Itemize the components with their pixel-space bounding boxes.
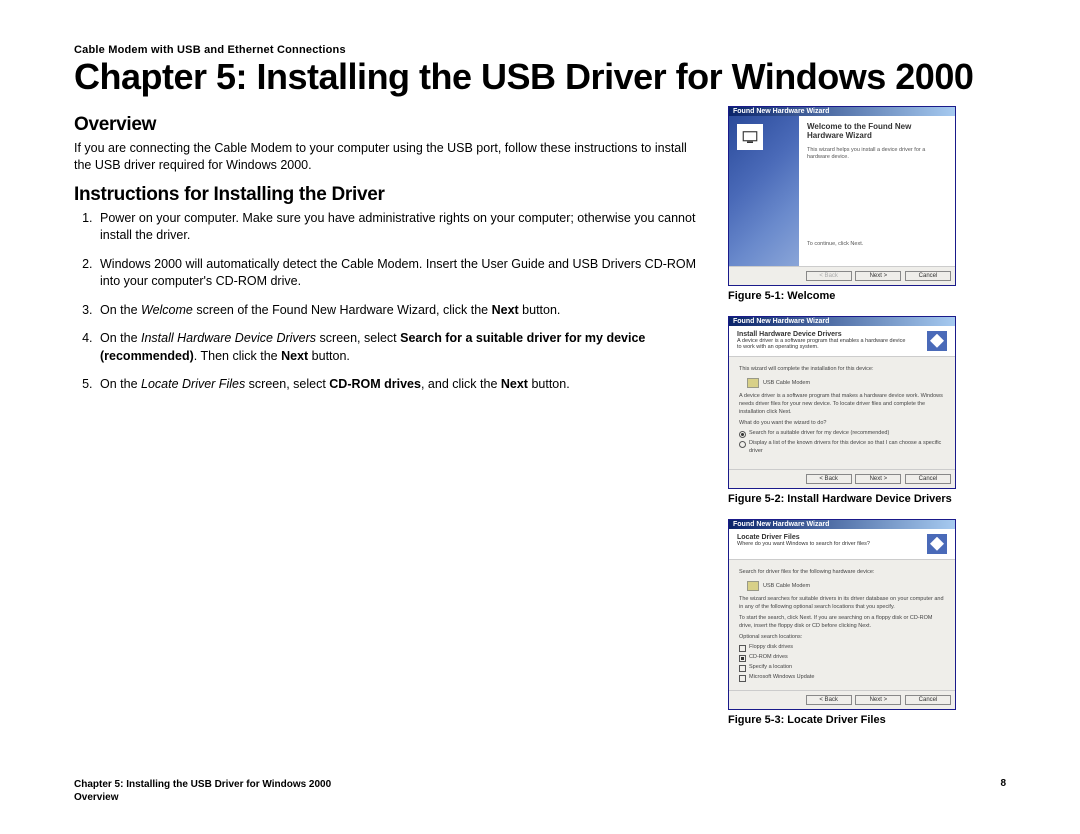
next-button[interactable]: Next >	[855, 695, 901, 705]
device-icon	[747, 581, 759, 591]
wizard-text: Search for driver files for the followin…	[739, 569, 945, 577]
hardware-icon	[737, 124, 763, 150]
list-item: On the Welcome screen of the Found New H…	[96, 302, 704, 320]
checkbox-cdrom[interactable]: CD-ROM drives	[739, 654, 945, 662]
wizard-step-subtitle: Where do you want Windows to search for …	[737, 541, 870, 547]
radio-icon	[739, 431, 746, 438]
back-button[interactable]: < Back	[806, 474, 852, 484]
wizard-text: A device driver is a software program th…	[739, 393, 945, 416]
wizard-step-title: Locate Driver Files	[737, 534, 870, 541]
footer-section: Overview	[74, 791, 331, 804]
wizard-text: This wizard will complete the installati…	[739, 366, 945, 374]
wizard-text: What do you want the wizard to do?	[739, 420, 945, 428]
wizard-titlebar: Found New Hardware Wizard	[729, 107, 955, 116]
list-item: Power on your computer. Make sure you ha…	[96, 210, 704, 245]
checkbox-icon	[739, 655, 746, 662]
device-name: USB Cable Modem	[763, 380, 810, 388]
wizard-step-subtitle: A device driver is a software program th…	[737, 338, 907, 350]
cancel-button[interactable]: Cancel	[905, 695, 951, 705]
wizard-text: To start the search, click Next. If you …	[739, 615, 945, 630]
figure-3-locate-files-wizard: Found New Hardware Wizard Locate Driver …	[728, 519, 956, 710]
checkbox-floppy[interactable]: Floppy disk drives	[739, 644, 945, 652]
radio-option-search[interactable]: Search for a suitable driver for my devi…	[739, 430, 945, 438]
figure-1-welcome-wizard: Found New Hardware Wizard Welcome to the…	[728, 106, 956, 286]
cancel-button[interactable]: Cancel	[905, 271, 951, 281]
instructions-heading: Instructions for Installing the Driver	[74, 184, 704, 206]
checkbox-windows-update[interactable]: Microsoft Windows Update	[739, 674, 945, 682]
back-button[interactable]: < Back	[806, 271, 852, 281]
device-name: USB Cable Modem	[763, 583, 810, 591]
main-text-column: Overview If you are connecting the Cable…	[74, 106, 704, 740]
instruction-list: Power on your computer. Make sure you ha…	[74, 210, 704, 394]
next-button[interactable]: Next >	[855, 474, 901, 484]
page-number: 8	[1000, 778, 1006, 804]
list-item: Windows 2000 will automatically detect t…	[96, 256, 704, 291]
page-footer: Chapter 5: Installing the USB Driver for…	[74, 778, 1006, 804]
checkbox-specify[interactable]: Specify a location	[739, 664, 945, 672]
overview-heading: Overview	[74, 114, 704, 136]
wizard-continue-text: To continue, click Next.	[807, 241, 947, 248]
overview-text: If you are connecting the Cable Modem to…	[74, 140, 704, 174]
wizard-titlebar: Found New Hardware Wizard	[729, 317, 955, 326]
document-page: Cable Modem with USB and Ethernet Connec…	[0, 0, 1080, 834]
wizard-heading: Welcome to the Found New Hardware Wizard	[807, 122, 947, 141]
figures-column: Found New Hardware Wizard Welcome to the…	[728, 106, 956, 740]
back-button[interactable]: < Back	[806, 695, 852, 705]
figure-1-caption: Figure 5-1: Welcome	[728, 290, 956, 302]
running-header: Cable Modem with USB and Ethernet Connec…	[74, 44, 1006, 56]
wizard-step-title: Install Hardware Device Drivers	[737, 331, 907, 338]
list-item: On the Locate Driver Files screen, selec…	[96, 376, 704, 394]
footer-chapter: Chapter 5: Installing the USB Driver for…	[74, 778, 331, 791]
checkbox-icon	[739, 645, 746, 652]
chapter-title: Chapter 5: Installing the USB Driver for…	[74, 58, 1006, 96]
two-column-layout: Overview If you are connecting the Cable…	[74, 106, 1006, 740]
wizard-sidebar-graphic	[729, 116, 799, 266]
cancel-button[interactable]: Cancel	[905, 474, 951, 484]
radio-icon	[739, 441, 746, 448]
next-button[interactable]: Next >	[855, 271, 901, 281]
options-label: Optional search locations:	[739, 634, 945, 642]
list-item: On the Install Hardware Device Drivers s…	[96, 330, 704, 365]
figure-3-caption: Figure 5-3: Locate Driver Files	[728, 714, 956, 726]
wizard-banner-icon	[927, 534, 947, 554]
checkbox-icon	[739, 675, 746, 682]
wizard-titlebar: Found New Hardware Wizard	[729, 520, 955, 529]
figure-2-caption: Figure 5-2: Install Hardware Device Driv…	[728, 493, 956, 505]
checkbox-icon	[739, 665, 746, 672]
figure-2-install-drivers-wizard: Found New Hardware Wizard Install Hardwa…	[728, 316, 956, 489]
device-icon	[747, 378, 759, 388]
radio-option-list[interactable]: Display a list of the known drivers for …	[739, 440, 945, 455]
wizard-body-text: This wizard helps you install a device d…	[807, 147, 947, 161]
wizard-text: The wizard searches for suitable drivers…	[739, 596, 945, 611]
wizard-banner-icon	[927, 331, 947, 351]
